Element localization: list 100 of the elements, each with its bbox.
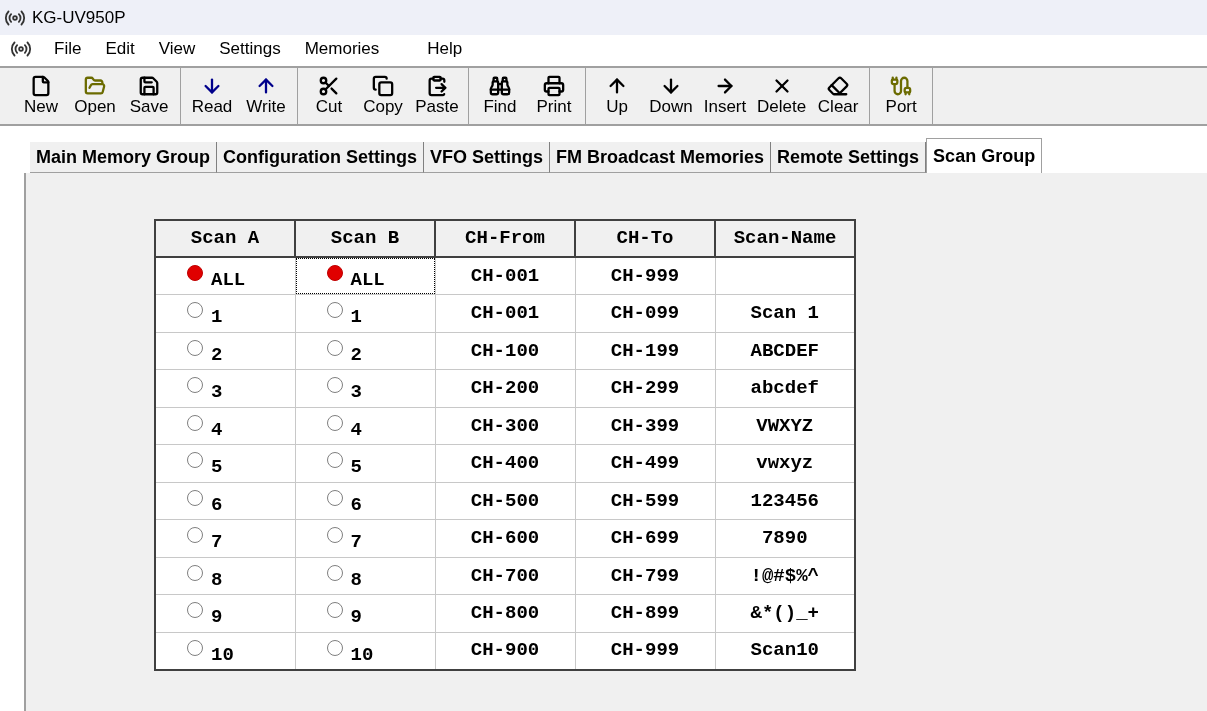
toolbar-button[interactable]: Write [239,68,293,124]
toolbar-button[interactable]: Up [590,68,644,124]
table-cell: CH-799 [575,557,715,595]
radio-icon [326,414,343,431]
radio-icon [326,339,343,356]
radio-option[interactable]: 3 [296,371,434,406]
clipboard-icon [426,75,448,97]
toolbar-button[interactable]: Open [68,68,122,124]
radio-icon [326,527,343,544]
menu-item[interactable]: View [146,36,208,62]
radio-icon [187,339,203,356]
radio-option[interactable]: 6 [157,483,294,518]
radio-option[interactable]: 2 [157,333,294,368]
table-cell: CH-399 [575,407,715,445]
table-cell: CH-699 [575,519,715,557]
table-cell: CH-800 [435,594,575,632]
radio-icon [326,302,343,319]
toolbar-button[interactable]: Copy [356,68,410,124]
radio-option[interactable]: 3 [157,371,294,406]
radio-icon [326,639,343,656]
radio-option[interactable]: 1 [157,296,294,331]
radio-icon [187,452,203,469]
document-icon [30,75,52,97]
table-cell: CH-600 [435,519,575,557]
table-cell: CH-001 [435,294,575,332]
tab[interactable]: Configuration Settings [217,142,424,173]
table-cell: CH-400 [435,444,575,482]
column-header: Scan-Name [715,220,855,257]
radio-option[interactable]: 5 [296,446,434,481]
radio-icon [187,302,203,319]
radio-option[interactable]: 6 [296,483,434,518]
toolbar-button[interactable]: Delete [752,68,812,124]
toolbar-button[interactable]: Read [185,68,239,124]
table-cell: CH-899 [575,594,715,632]
eraser-icon [827,75,850,97]
folder-icon [84,75,106,97]
tab[interactable]: FM Broadcast Memories [550,142,772,173]
tab[interactable]: Scan Group [926,138,1043,173]
radio-icon [187,489,203,506]
toolbar-button[interactable]: Insert [698,68,752,124]
radio-option[interactable]: 1 [296,296,434,331]
radio-option[interactable]: 7 [296,521,434,556]
table-cell: CH-499 [575,444,715,482]
radio-icon [187,527,203,544]
toolbar-button[interactable]: Print [527,68,581,124]
radio-option[interactable]: 9 [296,596,434,631]
column-header: Scan B [295,220,435,257]
window-title: KG-UV950P [32,6,126,29]
radio-option[interactable]: 10 [296,633,434,668]
printer-icon [543,75,565,97]
menu-item[interactable]: Memories [292,36,392,62]
radio-icon [326,564,343,581]
radio-icon [187,639,203,656]
toolbar-button[interactable]: Down [644,68,698,124]
menu-item[interactable]: File [42,36,94,62]
copy-icon [372,75,394,97]
table-cell: CH-999 [575,257,715,295]
radio-option[interactable]: 2 [296,333,434,368]
scissors-icon [318,75,340,97]
toolbar-button[interactable]: Find [473,68,527,124]
radio-option[interactable]: 8 [157,558,294,593]
table-cell: CH-599 [575,482,715,520]
tab[interactable]: VFO Settings [424,142,550,173]
toolbar-button[interactable]: Clear [811,68,866,124]
radio-icon [187,414,203,431]
menu-item[interactable]: Settings [207,36,293,62]
radio-icon [326,489,343,506]
radio-icon [187,265,203,281]
table-cell: CH-100 [435,332,575,370]
table-cell: CH-700 [435,557,575,595]
radio-option[interactable]: 8 [296,558,434,593]
toolbar-button[interactable]: Save [122,68,176,124]
radio-icon [187,602,203,619]
radio-icon [326,265,343,281]
tab[interactable]: Main Memory Group [30,142,217,173]
toolbar-button[interactable]: Port [874,68,929,124]
radio-option[interactable]: 10 [157,633,294,668]
table-cell: CH-199 [575,332,715,370]
tab[interactable]: Remote Settings [771,142,927,173]
table-cell: CH-200 [435,369,575,407]
toolbar-button[interactable]: New [14,68,68,124]
table-cell: CH-300 [435,407,575,445]
cable-icon [890,75,913,97]
toolbar-button[interactable]: Paste [410,68,464,124]
menu-item[interactable]: Help [415,36,475,62]
table-cell: CH-099 [575,294,715,332]
radio-option[interactable]: 9 [157,596,294,631]
radio-option[interactable]: ALL [157,259,294,293]
radio-option[interactable]: 4 [296,408,434,443]
radio-icon [326,602,343,619]
radio-icon [187,377,203,394]
table-cell: CH-500 [435,482,575,520]
column-header: Scan A [155,220,295,257]
radio-option[interactable]: 4 [157,408,294,443]
radio-option[interactable]: ALL [296,259,434,293]
radio-icon [326,377,343,394]
radio-option[interactable]: 5 [157,446,294,481]
menu-item[interactable]: Edit [93,36,147,62]
radio-option[interactable]: 7 [157,521,294,556]
toolbar-button[interactable]: Cut [302,68,356,124]
